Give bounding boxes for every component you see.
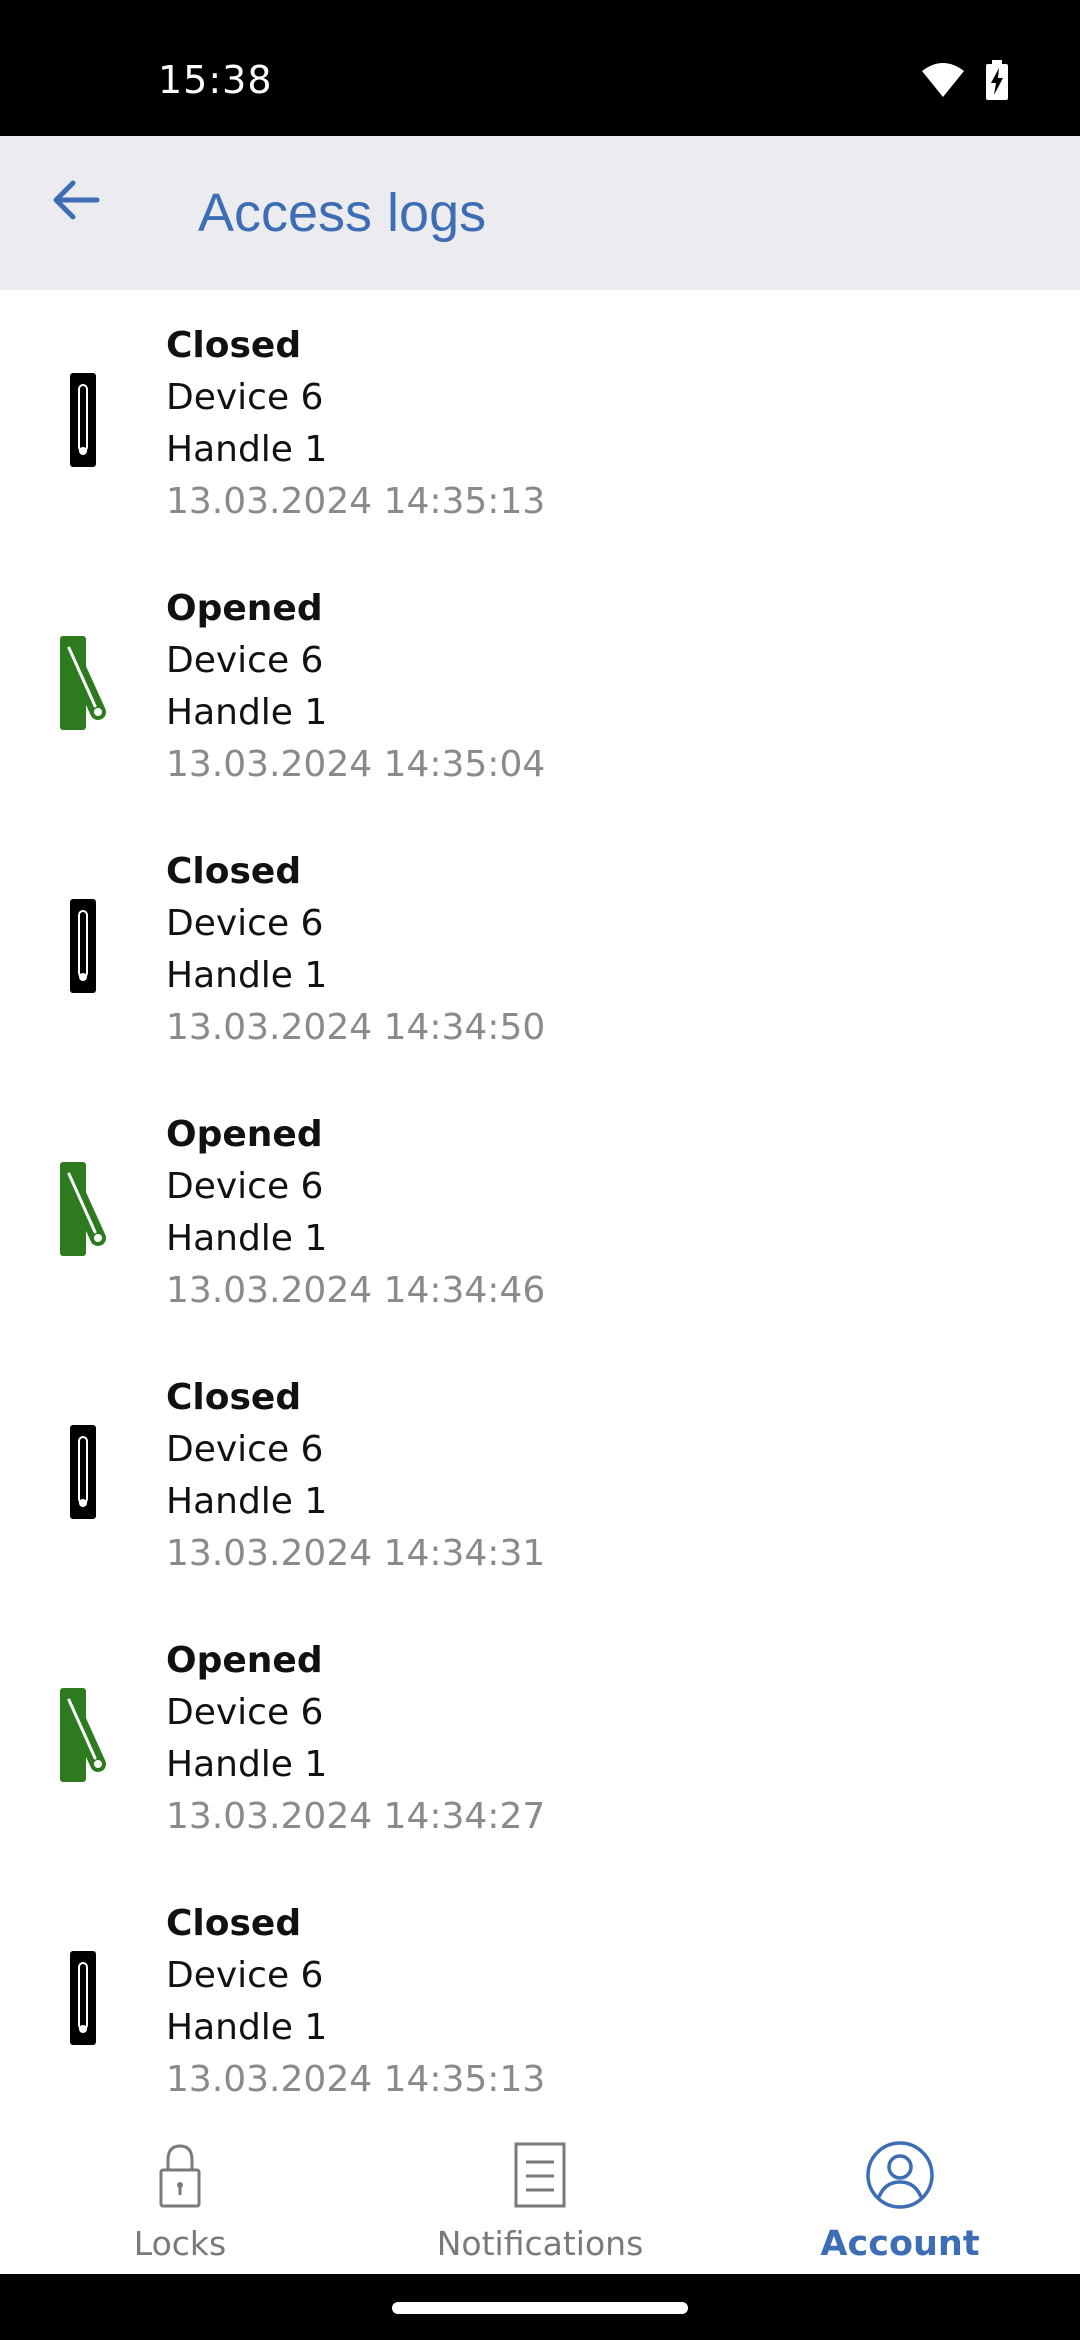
log-status: Opened: [166, 588, 323, 629]
status-bar: 15:38: [0, 0, 1080, 136]
handle-opened-icon: [60, 636, 106, 730]
handle-closed-icon: [70, 1425, 96, 1519]
log-handle: Handle 1: [166, 955, 328, 996]
log-device: Device 6: [166, 903, 324, 944]
status-icons: [920, 60, 1010, 102]
nav-label-notifications: Notifications: [436, 2224, 644, 2263]
home-gesture-handle[interactable]: [392, 2302, 688, 2314]
log-device: Device 6: [166, 1955, 324, 1996]
handle-closed-icon: [70, 1951, 96, 2045]
app-bar: Access logs: [0, 136, 1080, 290]
nav-label-account: Account: [820, 2224, 980, 2264]
log-timestamp: 13.03.2024 14:35:13: [166, 481, 546, 522]
log-handle: Handle 1: [166, 1481, 328, 1522]
log-status: Opened: [166, 1114, 323, 1155]
log-device: Device 6: [166, 1692, 324, 1733]
log-timestamp: 13.03.2024 14:34:50: [166, 1007, 546, 1048]
log-item[interactable]: Closed Device 6 Handle 1 13.03.2024 14:3…: [0, 290, 1080, 553]
log-timestamp: 13.03.2024 14:35:13: [166, 2059, 546, 2100]
battery-charging-icon: [986, 60, 1008, 100]
log-handle: Handle 1: [166, 692, 328, 733]
gesture-navigation-bar: [0, 2274, 1080, 2340]
log-timestamp: 13.03.2024 14:34:46: [166, 1270, 546, 1311]
back-button[interactable]: [40, 164, 112, 236]
log-status: Closed: [166, 1377, 302, 1418]
handle-closed-icon: [70, 373, 96, 467]
log-item[interactable]: Opened Device 6 Handle 1 13.03.2024 14:3…: [0, 1079, 1080, 1342]
nav-label-locks: Locks: [133, 2224, 227, 2263]
log-item[interactable]: Closed Device 6 Handle 1 13.03.2024 14:3…: [0, 1868, 1080, 2130]
nav-item-notifications[interactable]: Notifications: [360, 2124, 720, 2274]
handle-opened-icon: [60, 1688, 106, 1782]
log-status: Closed: [166, 325, 302, 366]
log-status: Closed: [166, 851, 302, 892]
access-log-list[interactable]: Closed Device 6 Handle 1 13.03.2024 14:3…: [0, 290, 1080, 2130]
page-title: Access logs: [198, 183, 487, 243]
nav-item-locks[interactable]: Locks: [0, 2124, 360, 2274]
log-item[interactable]: Closed Device 6 Handle 1 13.03.2024 14:3…: [0, 816, 1080, 1079]
lock-icon: [159, 2144, 201, 2208]
log-device: Device 6: [166, 640, 324, 681]
account-icon: [866, 2141, 934, 2209]
bottom-navigation: Locks Notifications Account: [0, 2124, 1080, 2274]
log-timestamp: 13.03.2024 14:35:04: [166, 744, 546, 785]
log-device: Device 6: [166, 1429, 324, 1470]
log-status: Opened: [166, 1640, 323, 1681]
log-status: Closed: [166, 1903, 302, 1944]
wifi-icon: [921, 63, 964, 97]
log-handle: Handle 1: [166, 429, 328, 470]
handle-opened-icon: [60, 1162, 106, 1256]
status-time: 15:38: [158, 58, 273, 102]
log-item[interactable]: Opened Device 6 Handle 1 13.03.2024 14:3…: [0, 1605, 1080, 1868]
document-icon: [514, 2142, 566, 2208]
log-item[interactable]: Opened Device 6 Handle 1 13.03.2024 14:3…: [0, 553, 1080, 816]
log-handle: Handle 1: [166, 2007, 328, 2048]
log-item[interactable]: Closed Device 6 Handle 1 13.03.2024 14:3…: [0, 1342, 1080, 1605]
log-handle: Handle 1: [166, 1744, 328, 1785]
log-timestamp: 13.03.2024 14:34:31: [166, 1533, 546, 1574]
log-device: Device 6: [166, 1166, 324, 1207]
handle-closed-icon: [70, 899, 96, 993]
nav-item-account[interactable]: Account: [720, 2124, 1080, 2274]
log-timestamp: 13.03.2024 14:34:27: [166, 1796, 546, 1837]
log-handle: Handle 1: [166, 1218, 328, 1259]
arrow-left-icon: [53, 180, 100, 220]
log-device: Device 6: [166, 377, 324, 418]
